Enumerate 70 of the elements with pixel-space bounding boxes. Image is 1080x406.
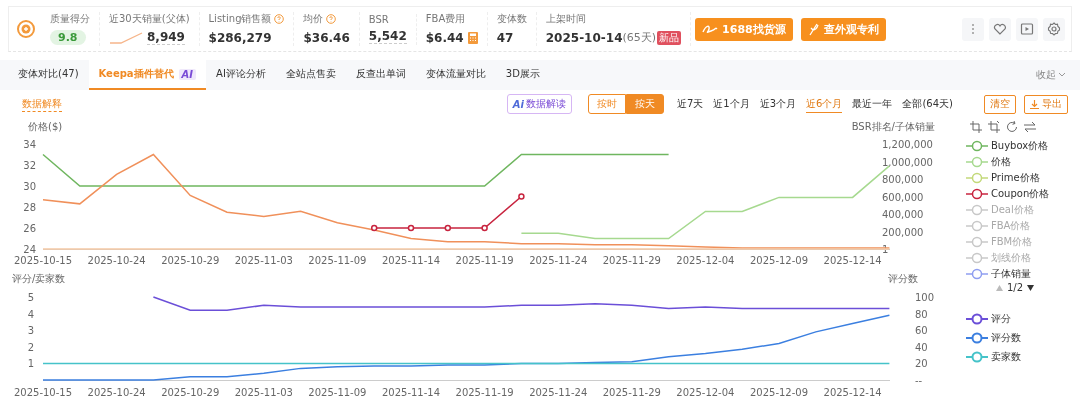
stat-label: Listing销售额 bbox=[208, 12, 272, 26]
axis-label: 32 bbox=[23, 160, 36, 171]
axis-label: 2025-11-14 bbox=[381, 387, 441, 398]
axis-label: 30 bbox=[23, 181, 36, 192]
axis-label: -- bbox=[915, 375, 923, 386]
axis-label: 40 bbox=[915, 341, 928, 353]
axis-label: 28 bbox=[23, 202, 36, 213]
axis-label: 600,000 bbox=[882, 191, 924, 203]
axis-label: 2025-12-09 bbox=[749, 387, 809, 398]
axis-label: 2025-12-04 bbox=[676, 255, 735, 266]
axis-label: 3 bbox=[27, 325, 34, 337]
axis-label: 2025-12-09 bbox=[749, 255, 809, 266]
axis-label: 34 bbox=[23, 139, 36, 150]
axis-label: 2025-11-24 bbox=[529, 255, 588, 266]
axis-label: 2025-11-09 bbox=[308, 255, 367, 266]
axis-label: 2025-11-14 bbox=[381, 255, 441, 266]
axis-label: 2025-11-03 bbox=[234, 387, 293, 398]
stat-value: 5,542 bbox=[368, 28, 407, 44]
axis-label: 200,000 bbox=[882, 226, 924, 238]
stat-value: $36.46 bbox=[303, 30, 350, 45]
stat-label: FBA费用 bbox=[425, 12, 466, 26]
days-text: (65天) bbox=[622, 30, 657, 45]
stat-value: 47 bbox=[496, 30, 514, 45]
axis-label: 2025-12-04 bbox=[676, 387, 735, 398]
axis-label: 2025-12-14 bbox=[823, 387, 882, 398]
axis-label: 20 bbox=[915, 358, 928, 370]
axis-label: 2025-10-29 bbox=[161, 387, 220, 398]
axis-label: 26 bbox=[23, 223, 36, 234]
axis-title: 评分/卖家数 bbox=[12, 273, 66, 284]
stat-value: 8,949 bbox=[147, 30, 185, 45]
axis-label: 2025-11-29 bbox=[602, 387, 661, 398]
axis-label: 24 bbox=[23, 244, 36, 255]
axis-label: 800,000 bbox=[882, 174, 924, 185]
stat-value: 2025-10-14 bbox=[545, 30, 623, 45]
axis-label: 2025-10-15 bbox=[13, 255, 73, 266]
stat-label: 上架时间 bbox=[545, 12, 586, 26]
stat-label: 均价 bbox=[303, 12, 324, 26]
stat-label: BSR bbox=[368, 13, 389, 25]
axis-label: 2025-10-24 bbox=[87, 255, 146, 266]
axis-label: 2025-10-15 bbox=[13, 387, 73, 398]
axis-label: 2025-11-09 bbox=[308, 387, 367, 398]
new-badge: 新品 bbox=[657, 30, 682, 45]
stat-value: $286,279 bbox=[208, 30, 272, 45]
stat-label: 近30天销量(父体) bbox=[109, 12, 190, 26]
axis-label: 2025-11-03 bbox=[234, 255, 293, 266]
axis-label: 100 bbox=[915, 292, 935, 303]
axis-label: 1,000,000 bbox=[882, 156, 933, 168]
axis-label: 2025-10-24 bbox=[87, 387, 146, 398]
stat-label: 质量得分 bbox=[50, 12, 90, 26]
axis-label: 60 bbox=[915, 325, 928, 337]
axis-label: 2025-11-19 bbox=[455, 255, 514, 266]
axis-label: 1 bbox=[27, 358, 34, 370]
axis-label: 2025-11-24 bbox=[529, 387, 588, 398]
axis-label: 5 bbox=[27, 292, 34, 303]
axis-label: 80 bbox=[915, 308, 928, 320]
axis-label: 4 bbox=[27, 308, 34, 320]
axis-label: 2025-11-29 bbox=[602, 255, 661, 266]
page-indicator: 1/2 bbox=[1007, 282, 1024, 293]
axis-label: 400,000 bbox=[882, 209, 924, 220]
axis-label: 1,200,000 bbox=[882, 139, 933, 150]
stat-label: 变体数 bbox=[496, 12, 527, 26]
axis-title: 价格($) bbox=[28, 121, 63, 132]
axis-title: 评分数 bbox=[888, 273, 918, 284]
axis-label: 2025-11-19 bbox=[455, 387, 514, 398]
axis-label: 2025-12-14 bbox=[823, 255, 882, 266]
axis-label: 2025-10-29 bbox=[161, 255, 220, 266]
stat-value: $6.44 bbox=[425, 30, 464, 45]
axis-title: BSR排名/子体销量 bbox=[851, 121, 935, 132]
axis-label: 2 bbox=[27, 341, 34, 353]
score-badge: 9.8 bbox=[50, 30, 86, 45]
